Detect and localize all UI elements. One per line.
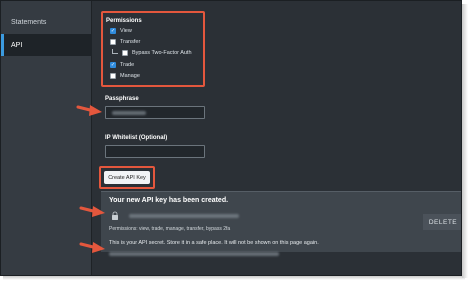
arrow-icon (76, 105, 102, 116)
panel-title: Your new API key has been created. (109, 197, 229, 204)
sidebar-item-label: API (11, 41, 23, 49)
ip-whitelist-label: IP Whitelist (Optional) (105, 135, 168, 141)
arrow-icon (79, 242, 105, 253)
arrow-icon (79, 206, 105, 217)
redacted-api-secret (109, 252, 279, 256)
permissions-summary: Permissions: view, trade, manage, transf… (109, 226, 231, 232)
window-shadow (3, 276, 465, 280)
redacted-api-key (129, 214, 239, 218)
app-window: Statements API Permissions ✓ View Transf… (0, 0, 462, 276)
sidebar-item-statements[interactable]: Statements (1, 11, 92, 33)
annotation-box-permissions (101, 11, 205, 87)
redacted-value (112, 111, 146, 115)
window-shadow (462, 4, 468, 278)
passphrase-input[interactable] (105, 106, 205, 119)
sidebar-item-label: Statements (11, 18, 47, 26)
annotation-box-create (99, 166, 155, 189)
sidebar-item-api[interactable]: API (1, 34, 92, 56)
sidebar: Statements API (1, 1, 92, 275)
lock-icon (112, 211, 118, 220)
secret-warning: This is your API secret. Store it in a s… (109, 240, 319, 246)
delete-button[interactable]: DELETE (423, 214, 461, 230)
passphrase-label: Passphrase (105, 96, 139, 102)
new-api-key-panel: Your new API key has been created. Permi… (101, 191, 461, 252)
ip-whitelist-input[interactable] (105, 145, 205, 158)
